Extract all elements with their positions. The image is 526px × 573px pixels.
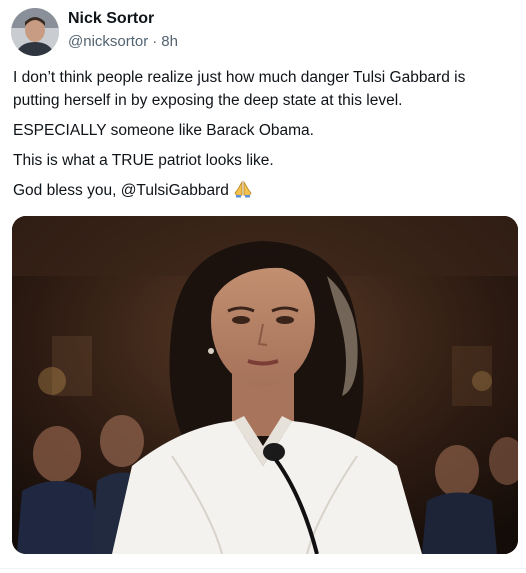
divider — [0, 568, 526, 569]
author-name[interactable]: Nick Sortor — [68, 9, 178, 29]
post-paragraph: ESPECIALLY someone like Barack Obama. — [13, 122, 314, 139]
avatar-image — [11, 8, 59, 56]
meta-separator: · — [152, 33, 158, 50]
author-handle[interactable]: @nicksortor — [68, 32, 148, 52]
post-timestamp[interactable]: 8h — [161, 32, 178, 52]
post-card[interactable]: Nick Sortor @nicksortor · 8h I don’t think… — [0, 0, 526, 573]
post-header: Nick Sortor @nicksortor · 8h — [68, 9, 178, 52]
praying-hands-icon — [233, 180, 253, 205]
avatar[interactable] — [11, 8, 59, 56]
post-paragraph: I don’t think people realize just how mu… — [13, 69, 466, 109]
post-media-image[interactable] — [12, 216, 518, 554]
photo-content — [12, 216, 518, 554]
post-meta: @nicksortor · 8h — [68, 32, 178, 52]
post-paragraph: This is what a TRUE patriot looks like. — [13, 152, 274, 169]
post-paragraph-last: God bless you, @TulsiGabbard — [13, 179, 513, 205]
post-paragraph: God bless you, @TulsiGabbard — [13, 182, 229, 199]
post-text: I don’t think people realize just how mu… — [13, 66, 513, 212]
